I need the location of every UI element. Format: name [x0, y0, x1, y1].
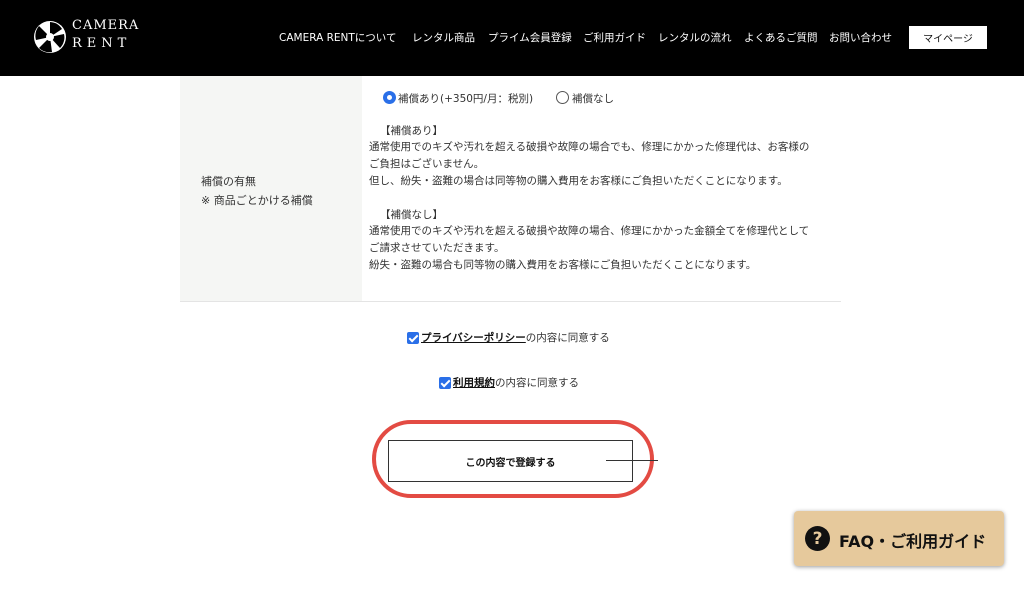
- compensation-without-radio[interactable]: [556, 91, 569, 104]
- terms-agreement: 利用規約の内容に同意する: [453, 375, 579, 390]
- nav-item-faq[interactable]: よくあるご質問: [744, 30, 818, 46]
- with-compensation-text: ご負担はございません。: [369, 158, 485, 170]
- compensation-with-label[interactable]: 補償あり(+350円/月：税別): [398, 91, 533, 106]
- terms-agree-text: の内容に同意する: [495, 377, 579, 389]
- without-compensation-text: ご請求させていただきます。: [369, 242, 505, 254]
- nav-item-prime-membership[interactable]: プライム会員登録: [488, 30, 572, 46]
- with-compensation-text: 但し、紛失・盗難の場合は同等物の購入費用をお客様にご負担いただくことになります。: [369, 175, 788, 187]
- register-button[interactable]: この内容で登録する: [388, 440, 633, 482]
- nav-item-guide[interactable]: ご利用ガイド: [583, 30, 646, 46]
- with-compensation-heading: 【補償あり】: [380, 125, 443, 137]
- without-compensation-heading: 【補償なし】: [380, 209, 443, 221]
- site-header: CAMERA RENT CAMERA RENTについて レンタル商品 プライム会…: [0, 0, 1024, 76]
- compensation-label-cell: 補償の有無 ※ 商品ごとかける補償: [180, 76, 362, 301]
- terms-checkbox[interactable]: [439, 377, 451, 389]
- with-compensation-text: 通常使用でのキズや汚れを超える破損や故障の場合でも、修理にかかった修理代は、お客…: [369, 141, 810, 153]
- camera-shutter-icon: [34, 21, 66, 53]
- nav-item-rental-products[interactable]: レンタル商品: [412, 30, 475, 46]
- row-divider: [180, 301, 841, 302]
- mypage-button[interactable]: マイページ: [909, 26, 987, 49]
- nav-item-about[interactable]: CAMERA RENTについて: [279, 30, 396, 46]
- privacy-agree-text: の内容に同意する: [525, 332, 610, 344]
- logo-text-camera: CAMERA: [72, 18, 140, 33]
- question-icon: ?: [805, 526, 830, 551]
- nav-item-rental-flow[interactable]: レンタルの流れ: [658, 30, 732, 46]
- privacy-policy-agreement: プライバシーポリシーの内容に同意する: [421, 330, 610, 345]
- compensation-note: ※ 商品ごとかける補償: [201, 194, 313, 207]
- compensation-label: 補償の有無: [201, 175, 256, 188]
- site-logo[interactable]: CAMERA RENT: [33, 17, 143, 57]
- faq-guide-button[interactable]: ? FAQ・ご利用ガイド: [794, 511, 1004, 566]
- register-arrow-line: [606, 460, 658, 461]
- faq-guide-label: FAQ・ご利用ガイド: [839, 532, 987, 551]
- logo-text-rent: RENT: [72, 36, 132, 51]
- privacy-policy-link[interactable]: プライバシーポリシー: [421, 332, 526, 344]
- compensation-with-radio[interactable]: [383, 91, 396, 104]
- privacy-policy-checkbox[interactable]: [407, 332, 419, 344]
- without-compensation-text: 紛失・盗難の場合も同等物の購入費用をお客様にご負担いただくことになります。: [369, 259, 757, 271]
- terms-link[interactable]: 利用規約: [453, 377, 495, 389]
- compensation-without-label[interactable]: 補償なし: [572, 91, 614, 106]
- without-compensation-text: 通常使用でのキズや汚れを超える破損や故障の場合、修理にかかった金額全てを修理代と…: [369, 225, 810, 237]
- nav-item-contact[interactable]: お問い合わせ: [829, 30, 892, 46]
